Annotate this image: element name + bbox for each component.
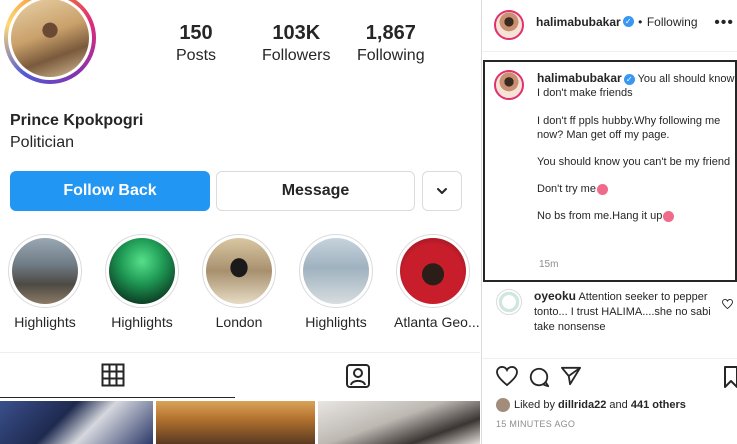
highlight-2[interactable]: Highlights — [103, 234, 181, 330]
highlight-4-cover — [303, 238, 369, 304]
share-button[interactable] — [560, 366, 582, 391]
caption-username[interactable]: halimabubakar — [537, 71, 622, 85]
post-time-ago: 15 MINUTES AGO — [496, 419, 576, 429]
following-count: 1,867 — [365, 22, 416, 44]
highlight-2-label: Highlights — [111, 314, 173, 330]
highlight-4[interactable]: Highlights — [297, 234, 375, 330]
heart-icon — [496, 365, 518, 387]
post-thumbnail-3[interactable] — [318, 401, 480, 444]
caption-paragraph-5: No bs from me.Hang it up — [537, 210, 663, 222]
active-tab-indicator — [0, 397, 235, 398]
laughing-emoji-icon — [596, 183, 608, 195]
followers-count: 103K — [272, 22, 321, 44]
highlight-1-cover — [12, 238, 78, 304]
post-header-text: halimabubakar ✓ • Following — [536, 13, 698, 31]
tab-posts-grid[interactable] — [101, 363, 125, 392]
following-stat[interactable]: 1,867 Following — [357, 22, 425, 65]
following-label: Following — [357, 47, 425, 64]
liker-username[interactable]: dillrida22 — [558, 399, 606, 411]
author-username[interactable]: halimabubakar — [536, 15, 621, 29]
liked-by-summary: Liked by dillrida22 and 441 others — [496, 398, 686, 412]
header-separator: • — [638, 15, 643, 29]
author-avatar[interactable] — [494, 10, 524, 40]
post-thumbnail-1[interactable] — [0, 401, 153, 444]
highlight-5-cover — [400, 238, 466, 304]
posts-count: 150 — [179, 22, 213, 44]
profile-tab-bar — [0, 352, 480, 398]
caption-paragraph-2: I don't ff ppls hubby.Why following me n… — [537, 115, 721, 141]
highlight-5[interactable]: Atlanta Geo... — [394, 234, 480, 330]
profile-photo — [11, 0, 89, 77]
caption-highlight-box: halimabubakar ✓ You all should know I don… — [483, 60, 737, 282]
profile-name: Prince Kpokpogri — [10, 112, 144, 129]
grid-icon — [101, 363, 125, 387]
highlight-2-cover — [109, 238, 175, 304]
more-options-icon[interactable]: ••• — [714, 14, 734, 32]
liked-by-prefix: Liked by — [514, 398, 555, 411]
post-detail-panel: halimabubakar ✓ • Following ••• halimabub… — [481, 0, 737, 444]
caption-paragraph-4: Don't try me — [537, 183, 596, 195]
commenter-username[interactable]: oyeoku — [534, 289, 576, 303]
profile-panel: 150 Posts 103K Followers 1,867 Following… — [0, 0, 480, 444]
followers-stat[interactable]: 103K Followers — [262, 22, 330, 65]
followers-label: Followers — [262, 47, 331, 64]
caption-text: halimabubakar ✓ You all should know I don… — [537, 71, 735, 236]
follow-back-button[interactable]: Follow Back — [10, 171, 210, 211]
verified-badge-icon: ✓ — [622, 16, 634, 28]
highlight-4-label: Highlights — [305, 314, 367, 330]
liked-by-and: and — [609, 398, 628, 411]
bookmark-icon — [724, 366, 737, 388]
tagged-person-icon — [346, 364, 370, 388]
post-header: halimabubakar ✓ • Following ••• — [482, 0, 737, 52]
highlight-5-label: Atlanta Geo... — [394, 314, 480, 330]
message-button[interactable]: Message — [216, 171, 415, 211]
save-button[interactable] — [724, 366, 737, 393]
profile-bio: Politician — [10, 134, 75, 151]
highlight-3-cover — [206, 238, 272, 304]
posts-stat: 150 Posts — [176, 22, 216, 65]
profile-avatar[interactable] — [4, 0, 96, 84]
posts-label: Posts — [176, 47, 217, 64]
red-emoji-icon — [663, 210, 675, 222]
post-thumbnail-2[interactable] — [156, 401, 315, 444]
comment-text: oyeoku Attention seeker to pepper tonto.… — [534, 289, 718, 335]
liker-avatar[interactable] — [496, 398, 510, 412]
paper-plane-icon — [561, 366, 581, 386]
highlight-3[interactable]: London — [200, 234, 278, 330]
comment-button[interactable] — [528, 366, 550, 393]
highlight-3-label: London — [215, 314, 263, 330]
chevron-down-icon — [437, 188, 447, 194]
highlight-1-label: Highlights — [14, 314, 76, 330]
following-status[interactable]: Following — [647, 15, 698, 29]
like-button[interactable] — [496, 365, 518, 391]
caption-timestamp: 15m — [539, 259, 559, 270]
likes-others-link[interactable]: 441 others — [631, 399, 686, 411]
tab-tagged[interactable] — [345, 363, 371, 394]
suggested-dropdown-button[interactable] — [422, 171, 462, 211]
comment-bubble-icon — [529, 367, 550, 388]
caption-paragraph-3: You should know you can't be my friend — [537, 156, 731, 168]
highlight-1[interactable]: Highlights — [6, 234, 84, 330]
comment-like-button[interactable] — [722, 296, 733, 314]
verified-badge-icon: ✓ — [623, 73, 635, 85]
heart-icon — [722, 298, 733, 310]
commenter-avatar[interactable] — [496, 289, 522, 315]
caption-author-avatar[interactable] — [494, 70, 524, 100]
post-actions-bar: Liked by dillrida22 and 441 others 15 MI… — [482, 358, 737, 444]
